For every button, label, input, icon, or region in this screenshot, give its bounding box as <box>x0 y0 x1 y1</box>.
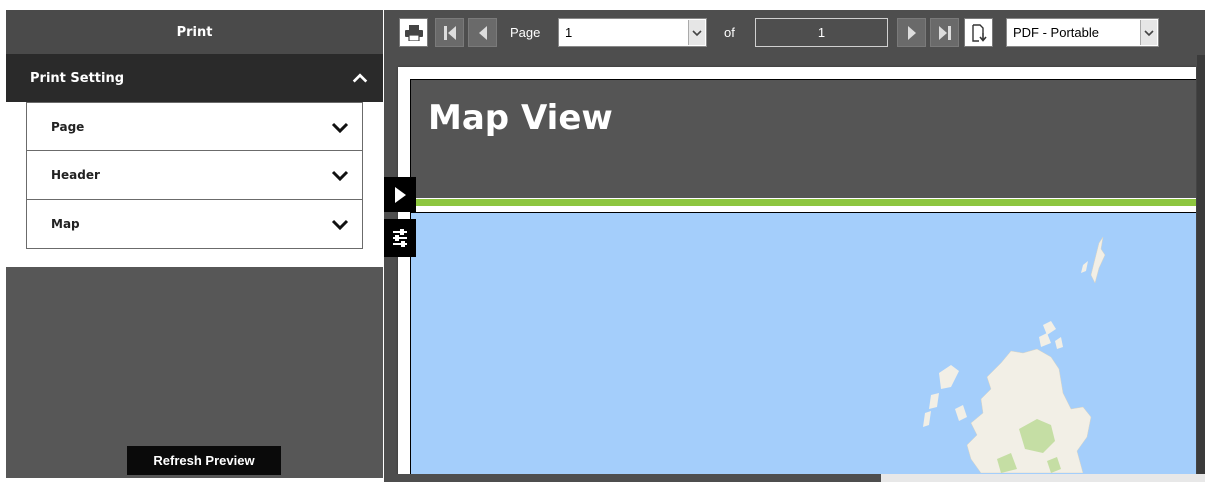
export-format-value: PDF - Portable <box>1013 25 1099 40</box>
print-button[interactable] <box>399 18 428 47</box>
first-page-icon <box>443 25 456 40</box>
export-icon <box>971 23 987 42</box>
previous-page-button[interactable] <box>468 18 497 47</box>
chevron-down-icon <box>331 122 349 133</box>
sidebar-title: Print <box>6 10 383 54</box>
printer-icon <box>404 24 423 41</box>
dropdown-arrow[interactable] <box>1140 20 1157 45</box>
refresh-preview-button[interactable]: Refresh Preview <box>127 446 281 475</box>
settings-list: Page Header Map <box>6 102 383 267</box>
setting-item-header[interactable]: Header <box>26 151 363 200</box>
viewer-toolbar: Page 1 of 1 PDF - Portable <box>384 10 1205 55</box>
sliders-icon <box>393 229 407 247</box>
page-label: Page <box>510 25 541 40</box>
play-arrow-icon <box>395 186 406 203</box>
report-title: Map View <box>428 98 613 138</box>
page-preview-area[interactable]: Map View <box>384 55 1205 474</box>
print-sidebar: Print Print Setting Page Header Map Refr… <box>6 10 383 478</box>
chevron-up-icon[interactable] <box>351 69 369 87</box>
page-number-select[interactable]: 1 <box>558 18 707 47</box>
setting-item-page[interactable]: Page <box>26 102 363 151</box>
total-pages: 1 <box>755 18 888 47</box>
of-label: of <box>724 25 735 40</box>
horizontal-scroll-thumb[interactable] <box>384 474 881 482</box>
toggle-sidebar-button[interactable] <box>384 177 416 212</box>
chevron-down-icon <box>331 219 349 231</box>
previous-page-icon <box>478 25 487 40</box>
print-setting-header[interactable]: Print Setting <box>6 54 383 102</box>
last-page-button[interactable] <box>930 18 959 47</box>
export-format-select[interactable]: PDF - Portable <box>1006 18 1159 47</box>
report-viewer: Page 1 of 1 PDF - Portable Map View <box>384 10 1205 482</box>
print-preview-app: Print Print Setting Page Header Map Refr… <box>0 0 1205 482</box>
map-image <box>411 212 1196 474</box>
map-land-shapes <box>923 236 1106 474</box>
accent-bar <box>411 198 1196 206</box>
dropdown-arrow[interactable] <box>688 20 705 45</box>
chevron-down-icon <box>331 170 349 182</box>
first-page-button[interactable] <box>435 18 464 47</box>
page-number-value: 1 <box>565 25 573 40</box>
setting-item-map[interactable]: Map <box>26 200 363 249</box>
next-page-icon <box>907 25 916 40</box>
last-page-icon <box>938 25 951 40</box>
next-page-button[interactable] <box>897 18 926 47</box>
setting-item-label: Page <box>51 119 85 134</box>
chevron-down-icon <box>692 29 702 36</box>
setting-item-label: Header <box>51 168 100 182</box>
setting-item-label: Map <box>51 217 80 231</box>
vertical-scrollbar[interactable] <box>1197 55 1205 474</box>
report-page: Map View <box>398 67 1196 474</box>
report-header: Map View <box>411 80 1196 198</box>
horizontal-scrollbar[interactable] <box>384 474 1205 482</box>
export-button[interactable] <box>964 18 993 47</box>
chevron-down-icon <box>1144 29 1154 36</box>
settings-panel-button[interactable] <box>384 219 416 257</box>
print-setting-label: Print Setting <box>30 70 125 86</box>
